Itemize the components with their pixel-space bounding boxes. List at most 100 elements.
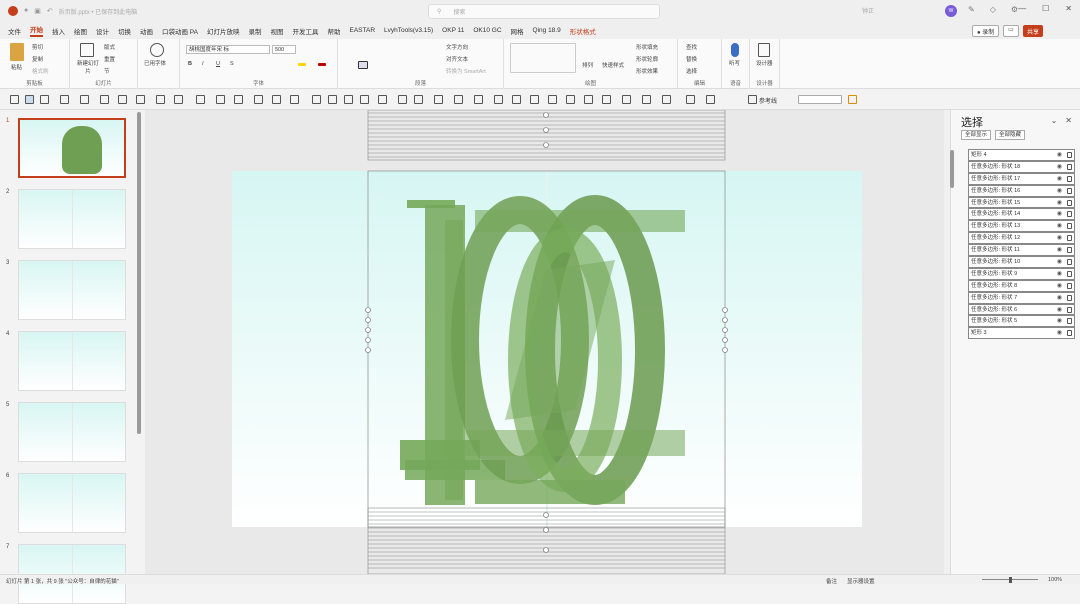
tab-13[interactable]: EASTAR [350, 27, 376, 34]
eye-icon[interactable]: ◉ [1057, 305, 1062, 315]
font-size-select[interactable]: 500 [272, 45, 296, 54]
toolbar-tool-icon[interactable] [272, 95, 281, 104]
toolbar-tool-icon[interactable] [530, 95, 539, 104]
toolbar-tool-icon[interactable] [454, 95, 463, 104]
tab-3[interactable]: 绘图 [74, 26, 87, 36]
eye-icon[interactable]: ◉ [1057, 233, 1062, 243]
toolbar-tool-icon[interactable] [494, 95, 503, 104]
toolbar-tool-icon[interactable] [118, 95, 127, 104]
tab-11[interactable]: 开发工具 [293, 26, 319, 36]
dictate-button[interactable]: 听写 [729, 59, 740, 67]
toolbar-tool-icon[interactable] [360, 95, 369, 104]
lock-icon[interactable] [1067, 235, 1072, 242]
tab-18[interactable]: Qing 18.9 [533, 27, 561, 34]
format-painter-button[interactable]: 格式刷 [32, 67, 49, 75]
selection-scrollbar[interactable] [950, 150, 954, 188]
selection-item[interactable]: 任意多边形: 形状 15 ◉ [968, 196, 1075, 209]
tab-15[interactable]: OKP 11 [442, 27, 464, 34]
shape-fill-button[interactable]: 形状填充 [636, 43, 658, 51]
tab-1[interactable]: 开始 [30, 24, 43, 37]
select-button[interactable]: 选择 [686, 67, 697, 75]
toolbar-dropdown[interactable] [798, 95, 842, 104]
font-name-select[interactable]: 胡桃国度年宋 标 [186, 45, 270, 54]
eye-icon[interactable]: ◉ [1057, 269, 1062, 279]
smartart-button[interactable]: 转换为 SmartArt [446, 67, 486, 75]
font-color-icon[interactable] [318, 63, 326, 66]
selection-item[interactable]: 任意多边形: 形状 17 ◉ [968, 172, 1075, 185]
close-icon[interactable]: ✕ [1065, 4, 1072, 13]
arrange-button[interactable]: 排列 [582, 61, 593, 69]
section-button[interactable]: 节 [104, 67, 110, 75]
zoom-level[interactable]: 100% [1048, 577, 1062, 583]
toolbar-tool-icon[interactable] [328, 95, 337, 104]
eye-icon[interactable]: ◉ [1057, 174, 1062, 184]
eye-icon[interactable]: ◉ [1057, 221, 1062, 231]
selection-item[interactable]: 任意多边形: 形状 7 ◉ [968, 291, 1075, 304]
avatar[interactable]: W [945, 5, 957, 17]
record-button[interactable]: ● 录制 [972, 25, 1000, 37]
tab-12[interactable]: 帮助 [328, 26, 341, 36]
toolbar-tool-icon[interactable] [80, 95, 89, 104]
toolbar-tool-icon[interactable] [378, 95, 387, 104]
toolbar-tool-icon[interactable] [234, 95, 243, 104]
eye-icon[interactable]: ◉ [1057, 245, 1062, 255]
toolbar-tool-icon[interactable] [174, 95, 183, 104]
replace-button[interactable]: 替换 [686, 55, 697, 63]
tab-17[interactable]: 网格 [511, 26, 524, 36]
gem-icon[interactable]: ◇ [990, 5, 996, 14]
autosave-icon[interactable]: ● [24, 7, 28, 15]
toolbar-tool-icon[interactable] [662, 95, 671, 104]
eye-icon[interactable]: ◉ [1057, 316, 1062, 326]
tab-19[interactable]: 形状格式 [570, 26, 596, 36]
lock-icon[interactable] [1067, 282, 1072, 289]
eye-icon[interactable]: ◉ [1057, 281, 1062, 291]
toolbar-tool-icon[interactable] [344, 95, 353, 104]
highlight-icon[interactable] [298, 63, 306, 66]
close-icon[interactable]: ✕ [1065, 116, 1072, 125]
new-slide-icon[interactable] [80, 43, 94, 57]
align-text-button[interactable]: 对齐文本 [446, 55, 468, 63]
tab-2[interactable]: 插入 [52, 26, 65, 36]
layout-button[interactable]: 版式 [104, 43, 115, 51]
toolbar-tool-icon[interactable] [196, 95, 205, 104]
lock-icon[interactable] [1067, 187, 1072, 194]
toolbar-tool-icon[interactable] [216, 95, 225, 104]
lock-icon[interactable] [1067, 211, 1072, 218]
selection-item[interactable]: 任意多边形: 形状 14 ◉ [968, 208, 1075, 221]
lock-icon[interactable] [1067, 306, 1072, 313]
cut-button[interactable]: 剪切 [32, 43, 43, 51]
lock-icon[interactable] [1067, 175, 1072, 182]
thumbnail-scrollbar[interactable] [137, 112, 141, 434]
maximize-icon[interactable]: ☐ [1042, 4, 1049, 13]
toolbar-tool-icon[interactable] [512, 95, 521, 104]
paste-button[interactable]: 粘贴 [11, 63, 22, 71]
selection-item[interactable]: 任意多边形: 形状 8 ◉ [968, 279, 1075, 292]
tab-10[interactable]: 视图 [271, 26, 284, 36]
italic-button[interactable]: I [202, 61, 204, 67]
selection-item[interactable]: 任意多边形: 形状 9 ◉ [968, 267, 1075, 280]
undo-icon[interactable]: ↶ [47, 7, 53, 15]
align-center-icon[interactable] [358, 61, 368, 69]
tab-6[interactable]: 动画 [140, 26, 153, 36]
toolbar-tool-icon[interactable] [602, 95, 611, 104]
toolbar-tool-icon[interactable] [622, 95, 631, 104]
slide-thumbnail[interactable] [18, 331, 126, 391]
zoom-slider-knob[interactable] [1009, 577, 1012, 583]
toolbar-tool-icon[interactable] [254, 95, 263, 104]
shape-effect-button[interactable]: 形状效果 [636, 67, 658, 75]
selection-item[interactable]: 任意多边形: 形状 12 ◉ [968, 232, 1075, 245]
share-button[interactable]: 共享 [1023, 25, 1044, 37]
fill-color-icon[interactable] [848, 95, 857, 104]
toolbar-tool-icon[interactable] [414, 95, 423, 104]
eye-icon[interactable]: ◉ [1057, 186, 1062, 196]
lock-icon[interactable] [1067, 270, 1072, 277]
toolbar-tool-icon[interactable] [312, 95, 321, 104]
toolbar-tool-icon[interactable] [398, 95, 407, 104]
used-font-button[interactable]: 已用字体 [144, 59, 166, 67]
user-name[interactable]: 钟正 [862, 6, 874, 15]
bold-button[interactable]: B [188, 61, 192, 67]
reset-button[interactable]: 重置 [104, 55, 115, 63]
lock-icon[interactable] [1067, 223, 1072, 230]
toolbar-tool-icon[interactable] [566, 95, 575, 104]
lock-icon[interactable] [1067, 294, 1072, 301]
